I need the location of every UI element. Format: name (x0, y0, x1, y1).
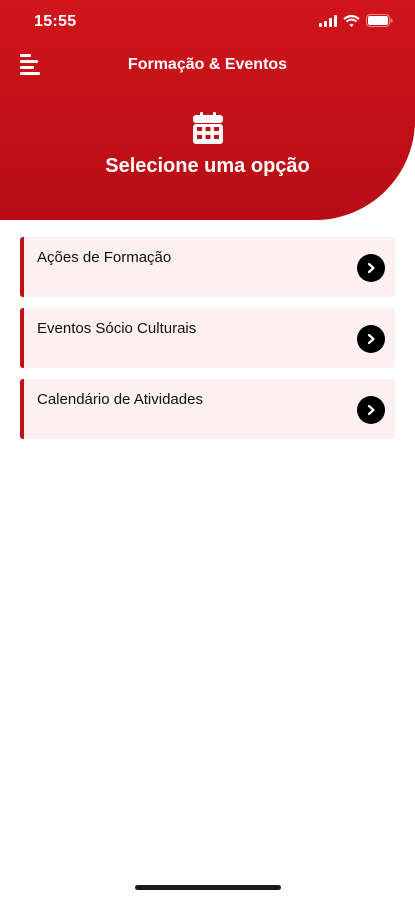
chevron-right-icon[interactable] (357, 254, 385, 282)
option-label: Ações de Formação (37, 249, 172, 266)
option-acoes-formacao[interactable]: Ações de Formação (20, 237, 395, 297)
option-calendario-atividades[interactable]: Calendário de Atividades (20, 379, 395, 439)
section-heading: Selecione uma opção (105, 155, 310, 177)
option-label: Calendário de Atividades (37, 391, 203, 408)
chevron-right-icon[interactable] (357, 325, 385, 353)
app-screen: 15:55 Formação & Eventos Selecione uma o… (0, 0, 415, 900)
header: 15:55 Formação & Eventos Selecione uma o… (0, 0, 415, 220)
status-icons (319, 14, 393, 32)
signal-icon (319, 14, 337, 32)
app-title: Formação & Eventos (127, 56, 288, 73)
options-list: Ações de Formação Eventos Sócio Culturai… (20, 237, 395, 450)
calendar-icon (193, 112, 223, 144)
battery-icon (366, 14, 393, 32)
home-indicator[interactable] (135, 885, 281, 890)
option-eventos-socio-culturais[interactable]: Eventos Sócio Culturais (20, 308, 395, 368)
status-time: 15:55 (34, 13, 77, 30)
wifi-icon (343, 14, 360, 32)
chevron-right-icon[interactable] (357, 396, 385, 424)
option-label: Eventos Sócio Culturais (37, 320, 197, 337)
